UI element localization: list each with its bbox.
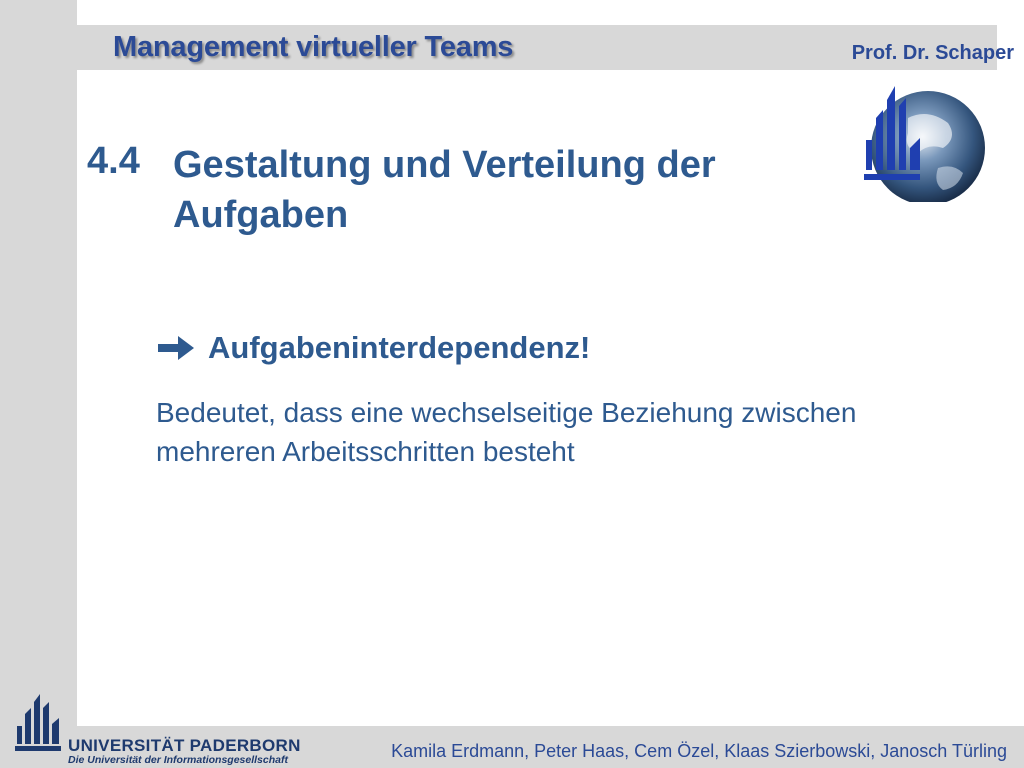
left-sidebar-band xyxy=(0,0,77,768)
arrow-right-icon xyxy=(158,336,194,360)
university-tagline: Die Universität der Informationsgesellsc… xyxy=(68,754,288,766)
presenter-name: Prof. Dr. Schaper xyxy=(851,42,1014,64)
university-globe-logo-icon xyxy=(864,86,985,202)
university-name: UNIVERSITÄT PADERBORN xyxy=(68,736,301,755)
section-number: 4.4 xyxy=(87,140,140,182)
university-mark-icon xyxy=(15,694,61,751)
footer-authors: Kamila Erdmann, Peter Haas, Cem Özel, Kl… xyxy=(391,741,1007,761)
definition-text: Bedeutet, dass eine wechselseitige Bezie… xyxy=(156,397,857,467)
key-point-text: Aufgabeninterdependenz! xyxy=(208,330,591,365)
section-title: Gestaltung und Verteilung der Aufgaben xyxy=(173,144,716,236)
presentation-title: Management virtueller Teams xyxy=(113,31,514,63)
key-point: Aufgabeninterdependenz! xyxy=(156,330,590,366)
